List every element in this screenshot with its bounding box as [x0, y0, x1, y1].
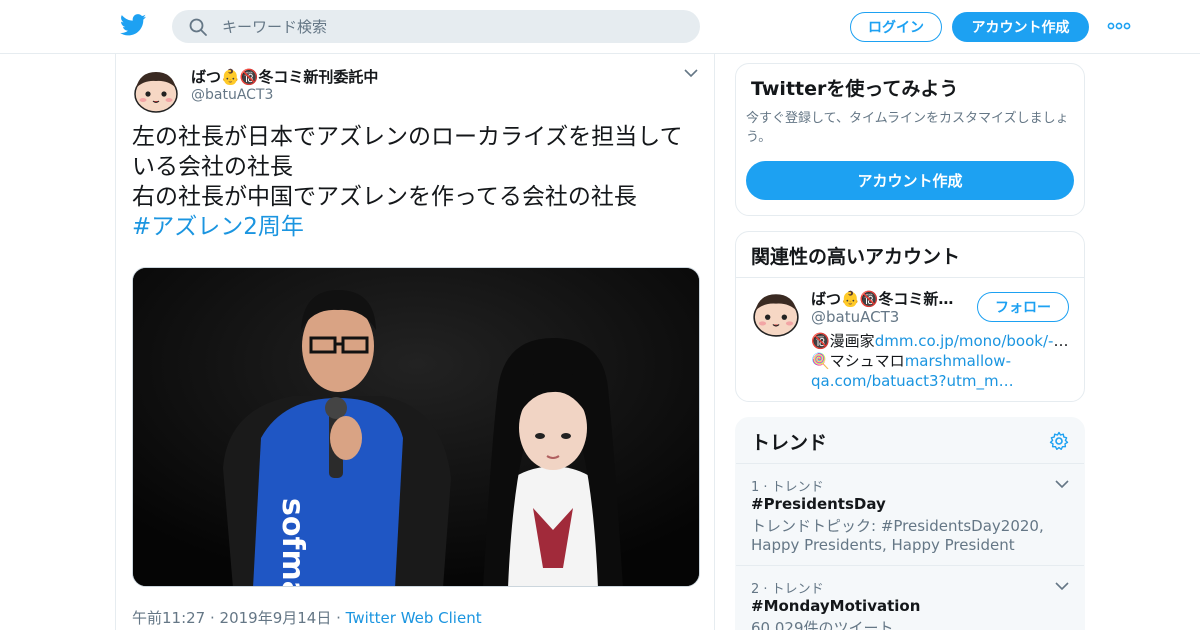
- search-icon: [189, 18, 207, 36]
- gear-icon[interactable]: [1049, 431, 1069, 451]
- trend-rank: 1 · トレンド: [751, 480, 824, 495]
- signup-button[interactable]: アカウント作成: [952, 12, 1089, 42]
- login-button[interactable]: ログイン: [850, 12, 942, 42]
- author-handle[interactable]: @batuACT3: [191, 87, 273, 103]
- related-accounts-card: 関連性の高いアカウント ばつ👶🔞冬コミ新刊委託中 @batuACT3 フォロー …: [735, 231, 1085, 402]
- search-input[interactable]: [222, 10, 682, 43]
- tweet-photo[interactable]: sofmap: [132, 267, 700, 587]
- card-title: トレンド: [751, 432, 828, 454]
- tweet-text: 左の社長が日本でアズレンのローカライズを担当している会社の社長 右の社長が中国で…: [132, 122, 702, 242]
- trend-item[interactable]: 2 · トレンド #MondayMotivation 60,029件のツイート: [736, 565, 1084, 630]
- create-account-button[interactable]: アカウント作成: [746, 161, 1074, 200]
- card-title: 関連性の高いアカウント: [751, 246, 961, 268]
- svg-text:sofmap: sofmap: [275, 498, 310, 587]
- account-bio: 🔞漫画家dmm.co.jp/mono/book/-/de… 🍭マシュマロmars…: [811, 331, 1073, 391]
- tweet-permalink: ばつ👶🔞冬コミ新刊委託中 @batuACT3 左の社長が日本でアズレンのローカラ…: [115, 54, 715, 630]
- avatar[interactable]: [132, 66, 180, 114]
- tweet-text-line: 左の社長が日本でアズレンのローカライズを担当している会社の社長: [132, 124, 683, 180]
- avatar[interactable]: [751, 288, 801, 338]
- more-dots-icon[interactable]: [1106, 16, 1132, 36]
- trend-description: トレンドトピック: #PresidentsDay2020, Happy Pres…: [751, 517, 1044, 554]
- card-title: Twitterを使ってみよう: [751, 78, 959, 100]
- tweet-timestamp[interactable]: 午前11:27 · 2019年9月14日 ·: [132, 609, 346, 627]
- chevron-down-icon[interactable]: [1055, 581, 1069, 591]
- top-navigation-bar: ログイン アカウント作成: [0, 0, 1200, 54]
- client-link[interactable]: Twitter Web Client: [346, 609, 482, 627]
- follow-button[interactable]: フォロー: [977, 292, 1069, 322]
- bio-text: 🍭マシュマロ: [811, 352, 905, 370]
- hashtag-link[interactable]: #アズレン2周年: [132, 214, 304, 240]
- card-description: 今すぐ登録して、タイムラインをカスタマイズしましょう。: [746, 111, 1069, 145]
- bio-link[interactable]: dmm.co.jp/mono/book/-/de…: [875, 332, 1073, 350]
- divider: [736, 277, 1084, 278]
- author-name[interactable]: ばつ👶🔞冬コミ新刊委託中: [191, 66, 378, 87]
- twitter-bird-icon[interactable]: [120, 14, 146, 36]
- chevron-down-icon[interactable]: [684, 68, 698, 78]
- bio-text: 🔞漫画家: [811, 332, 875, 350]
- search-bar: [172, 10, 700, 43]
- bio-link[interactable]: marshmallow-: [905, 352, 1011, 370]
- trend-item[interactable]: 1 · トレンド #PresidentsDay トレンドトピック: #Presi…: [736, 463, 1084, 565]
- trend-description: 60,029件のツイート: [751, 619, 894, 630]
- trends-card: トレンド 1 · トレンド #PresidentsDay トレンドトピック: #…: [735, 417, 1085, 630]
- account-handle[interactable]: @batuACT3: [811, 308, 899, 326]
- tweet-text-line: 右の社長が中国でアズレンを作ってる会社の社長: [132, 184, 637, 210]
- signup-prompt-card: Twitterを使ってみよう 今すぐ登録して、タイムラインをカスタマイズしましょ…: [735, 63, 1085, 216]
- bio-link[interactable]: qa.com/batuact3?utm_m…: [811, 372, 1014, 390]
- tweet-metadata: 午前11:27 · 2019年9月14日 · Twitter Web Clien…: [132, 607, 482, 628]
- chevron-down-icon[interactable]: [1055, 479, 1069, 489]
- trend-name[interactable]: #PresidentsDay: [751, 495, 886, 513]
- trend-rank: 2 · トレンド: [751, 582, 824, 597]
- account-name[interactable]: ばつ👶🔞冬コミ新刊委託中: [811, 288, 966, 309]
- trend-name[interactable]: #MondayMotivation: [751, 597, 920, 615]
